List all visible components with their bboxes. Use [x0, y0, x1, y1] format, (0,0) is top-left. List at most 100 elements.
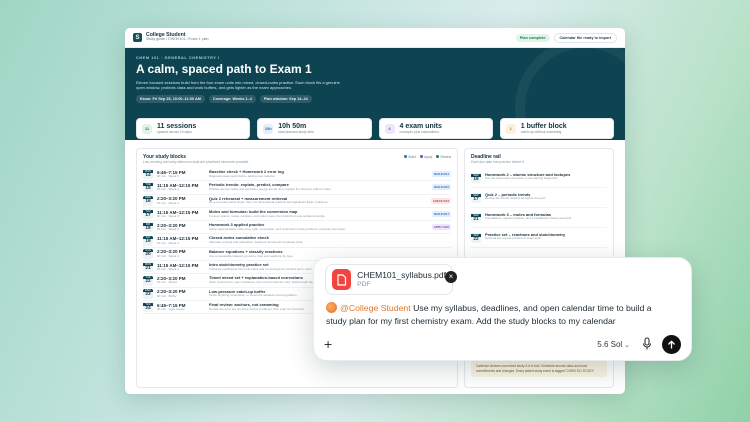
block-tag: BUILD 9/15 — [432, 184, 451, 191]
block-task-desc: Do a no-notes retest sheet, then mix dim… — [209, 200, 329, 205]
send-button[interactable] — [662, 334, 681, 354]
deadline-desc: Foundations, applied practice, and a con… — [485, 216, 573, 220]
model-selector[interactable]: 5.6 Sol — [597, 340, 630, 349]
stat-badge: 10h — [263, 123, 274, 134]
block-duration: 30 min · Week 1 — [157, 174, 179, 179]
date-badge: SAT 19 — [143, 235, 153, 246]
block-task: Periodic trends: explain, predict, compa… — [209, 183, 429, 191]
study-block-row[interactable]: SAT 19 11:15 AM–12:15 PM 60 min · Week 4… — [143, 234, 451, 248]
chat-composer: CHEM101_syllabus.pdf PDF × @College Stud… — [313, 257, 692, 361]
date-badge: WED 16 — [143, 195, 153, 206]
date-badge: FRI 18 — [143, 222, 153, 233]
block-time: 11:15 AM–12:15 PM 60 min · Week 4 — [157, 263, 209, 272]
date-badge: MON 21 — [143, 262, 153, 273]
block-time: 2:20–3:20 PM 60 min · Week 2 — [157, 196, 209, 205]
deadline-item[interactable]: SEP 22 Practice set – reactions and stoi… — [471, 228, 607, 248]
attachment-text: CHEM101_syllabus.pdf PDF — [357, 270, 446, 288]
date-day: 18 — [145, 225, 151, 231]
study-block-row[interactable]: THU 17 11:15 AM–12:15 PM 60 min · Week 3… — [143, 208, 451, 222]
hero-description: Eleven focused sessions build from the f… — [136, 80, 340, 91]
block-duration: 60 min · Week 3 — [157, 227, 179, 232]
add-plus-icon[interactable]: + — [324, 337, 338, 351]
stat-badge: 1 — [505, 123, 516, 134]
block-tag: BUILD 9/17 — [432, 211, 451, 218]
breadcrumb[interactable]: Study guide / CHEM 101 / Exam 1 plan — [146, 38, 209, 42]
date-day: 19 — [145, 239, 151, 245]
block-duration: 60 min · Week 2 — [157, 200, 179, 205]
deadline-date: SEP 22 — [471, 233, 481, 243]
date-badge: WED 23 — [143, 288, 153, 299]
block-task: Baseline check + Homework 2 error log Di… — [209, 170, 429, 178]
calendar-file-button[interactable]: Calendar file ready to import — [553, 32, 617, 43]
arrow-up-icon — [668, 340, 675, 349]
legend-review: Review — [436, 155, 451, 159]
deadline-item[interactable]: SEP 16 Homework 2 – atomic structure and… — [471, 168, 607, 188]
coverage-chip: Coverage: Weeks 1–4 — [208, 94, 256, 103]
block-task-desc: Diagnose weak spots before adding new ma… — [209, 173, 276, 178]
date-day: 14 — [145, 172, 151, 178]
block-task: Quiz 2 rehearsal + measurement retrieval… — [209, 197, 428, 205]
block-duration: 60 min · Buffer — [157, 293, 177, 298]
stat-label: 4 exam units concepts plus calculations — [400, 123, 442, 135]
date-badge: THU 17 — [143, 209, 153, 220]
block-task-desc: Connect grams, moles, particles, and mol… — [209, 213, 326, 218]
block-time: 2:20–3:20 PM 60 min · Week 4 — [157, 249, 209, 258]
stat-badge: 4 — [384, 123, 395, 134]
block-task: Homework 3 applied practice Solve repres… — [209, 223, 429, 231]
legend: Build Apply Review — [404, 155, 451, 159]
date-badge: SUN 20 — [143, 248, 153, 259]
block-duration: 60 min · Mixed — [157, 280, 177, 285]
block-time: 2:20–3:20 PM 60 min · Week 3 — [157, 223, 209, 232]
deadline-date: SEP 21 — [471, 213, 481, 223]
block-time: 11:15 AM–12:15 PM 60 min · Week 3 — [157, 210, 209, 219]
app-title-group: College Student Study guide / CHEM 101 /… — [146, 32, 209, 42]
date-day: 23 — [145, 292, 151, 298]
stat-label: 11 sessions spaced across 10 days — [157, 123, 196, 135]
deadline-item[interactable]: SEP 17 Quiz 2 – periodic trends Review t… — [471, 188, 607, 208]
deadline-day: 21 — [473, 216, 479, 222]
attachment-filename: CHEM101_syllabus.pdf — [357, 270, 446, 281]
mention-tag[interactable]: @College Student — [340, 303, 411, 313]
block-task-desc: Solve representative mole-map, ratio, co… — [209, 226, 346, 231]
legend-apply: Apply — [420, 155, 432, 159]
remove-attachment-icon[interactable]: × — [445, 271, 457, 283]
prompt-input[interactable]: @College Student Use my syllabus, deadli… — [326, 302, 656, 328]
block-time: 2:20–3:20 PM 60 min · Mixed — [157, 276, 209, 285]
block-task: Closed-notes cumulative check Alternate … — [209, 236, 451, 244]
study-block-row[interactable]: WED 16 2:20–3:20 PM 60 min · Week 2 Quiz… — [143, 195, 451, 208]
date-day: 21 — [145, 265, 151, 271]
deadline-list: SEP 16 Homework 2 – atomic structure and… — [471, 168, 607, 248]
deadline-text: Homework 2 – atomic structure and isotop… — [485, 172, 570, 181]
study-blocks-subtitle: Low-morning and early-afternoon slots ar… — [143, 160, 250, 164]
block-time: 6:45–7:15 PM 30 min · Week 1 — [157, 170, 209, 179]
block-task: Moles and formulas: build the conversion… — [209, 210, 429, 218]
block-duration: 60 min · Week 4 — [157, 240, 179, 245]
stat-card: 1 1 buffer block catch-up without crammi… — [499, 118, 614, 139]
block-tag: CHECK 9/16 — [430, 197, 451, 204]
deadline-day: 16 — [473, 176, 479, 182]
date-day: 16 — [145, 199, 151, 205]
block-duration: 60 min · Week 2 — [157, 187, 179, 192]
file-attachment[interactable]: CHEM101_syllabus.pdf PDF × — [325, 264, 457, 295]
study-block-row[interactable]: FRI 18 2:20–3:20 PM 60 min · Week 3 Home… — [143, 221, 451, 235]
exam-date-chip: Exam: Fri Sep 25, 10:00–11:00 AM — [136, 94, 205, 103]
deadline-rail-subtitle: Each due date has practice before it. — [471, 160, 525, 164]
microphone-icon[interactable] — [642, 337, 652, 351]
study-block-row[interactable]: MON 14 6:45–7:15 PM 30 min · Week 1 Base… — [143, 168, 451, 182]
date-day: 22 — [145, 279, 151, 285]
calendar-note: Calendar choices use mixed study 4-6 in … — [471, 360, 607, 377]
stat-subtitle: concepts plus calculations — [399, 129, 439, 134]
stat-card: 10h 10h 50m total planned study time — [257, 118, 372, 139]
stats-row: 11 11 sessions spaced across 10 days 10h… — [136, 118, 614, 139]
stat-card: 4 4 exam units concepts plus calculation… — [378, 118, 493, 139]
block-task-desc: Alternate concept and calculation questi… — [209, 240, 304, 245]
deadline-item[interactable]: SEP 21 Homework 3 – moles and formulas F… — [471, 208, 607, 228]
date-day: 24 — [145, 305, 151, 311]
deadline-day: 17 — [473, 196, 479, 202]
block-tag: APPLY 9/18 — [431, 224, 451, 231]
deadline-desc: Use the sheet and move fast on the start… — [485, 176, 559, 180]
study-block-row[interactable]: TUE 15 11:15 AM–12:15 PM 60 min · Week 2… — [143, 181, 451, 195]
deadline-date: SEP 16 — [471, 173, 481, 183]
plan-window-chip: Plan window: Sep 14–24 — [259, 94, 312, 103]
block-time: 11:15 AM–12:15 PM 60 min · Week 2 — [157, 183, 209, 192]
